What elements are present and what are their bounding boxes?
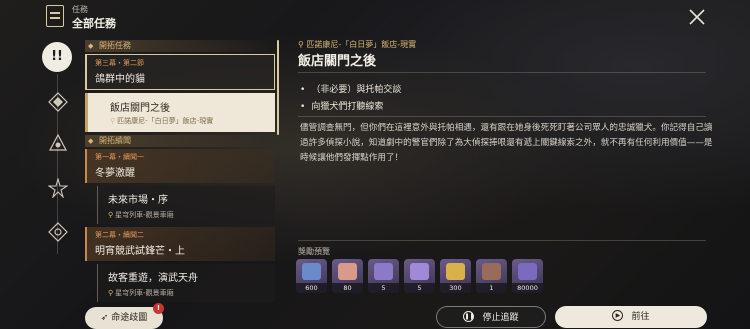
tab-all-quests[interactable]: !! bbox=[42, 42, 72, 72]
daily-icon[interactable] bbox=[48, 222, 68, 242]
location-pin-icon: ⚲ bbox=[108, 289, 114, 297]
stop-tracking-button[interactable]: ❚❚ 停止追蹤 bbox=[436, 306, 546, 328]
quest-tag: 第三幕・第二節 bbox=[95, 59, 144, 67]
objective-item: 向獵犬們打聽線索 bbox=[300, 99, 383, 112]
quest-log-icon bbox=[46, 5, 64, 27]
reward-item[interactable]: 300 bbox=[440, 259, 471, 293]
quest-card[interactable]: 故客重遊，演武天舟 ⚲ 星穹列車-觀景車廂 bbox=[97, 264, 275, 302]
pause-icon: ❚❚ bbox=[463, 311, 475, 322]
quest-name: 飯店關門之後 bbox=[110, 103, 170, 114]
relic-icon bbox=[374, 263, 393, 280]
stellar-jade-icon bbox=[302, 263, 321, 280]
quest-location: ⚲ 星穹列車-觀景車廂 bbox=[108, 211, 174, 219]
companion-icon[interactable] bbox=[48, 133, 68, 153]
fuel-icon bbox=[338, 263, 357, 280]
quest-tag: 第二幕・續聞二 bbox=[95, 231, 144, 239]
credit-icon bbox=[446, 263, 465, 280]
exp-book-icon bbox=[518, 263, 537, 280]
category-header: 開拓續聞 bbox=[85, 135, 275, 147]
objective-item: （非必要）與托帕交談 bbox=[300, 82, 401, 95]
quest-card[interactable]: 第一幕・續聞一 冬夢激醒 bbox=[85, 149, 275, 183]
quest-name: 冬夢激醒 bbox=[95, 168, 135, 179]
reward-item[interactable]: 1 bbox=[476, 259, 507, 293]
material-icon bbox=[482, 263, 501, 280]
location-pin-icon: ⚲ bbox=[108, 211, 114, 219]
location-pin-icon: ⚲ bbox=[110, 117, 116, 125]
quest-card-selected[interactable]: 飯店關門之後 ⚲ 匹諾康尼-「白日夢」飯店-現實 bbox=[85, 93, 275, 132]
reward-count: 80 bbox=[332, 283, 363, 293]
header-subtitle: 任務 bbox=[72, 5, 88, 14]
page-title: 全部任務 bbox=[72, 17, 116, 30]
go-button[interactable]: ▶ 前往 bbox=[555, 306, 707, 328]
category-header: 開拓任務 bbox=[85, 40, 275, 52]
divider bbox=[298, 240, 706, 241]
reward-count: 80000 bbox=[512, 283, 543, 293]
quest-title: 飯店關門之後 bbox=[298, 54, 377, 69]
quest-location: ⚲ 星穹列車-觀景車廂 bbox=[108, 289, 174, 297]
reward-count: 5 bbox=[404, 283, 435, 293]
reward-item[interactable]: 5 bbox=[368, 259, 399, 293]
quest-name: 鴿群中的貓 bbox=[95, 74, 145, 85]
quest-card[interactable]: 第二幕・續聞二 明宵競武試鋒芒・上 bbox=[85, 227, 275, 261]
close-icon[interactable] bbox=[686, 6, 708, 28]
relic-icon bbox=[410, 263, 429, 280]
adventure-icon[interactable] bbox=[48, 178, 68, 198]
path-icon: ➶ bbox=[100, 313, 112, 323]
navigate-icon: ▶ bbox=[612, 310, 624, 321]
notification-badge: ! bbox=[153, 303, 164, 314]
reward-count: 600 bbox=[296, 283, 327, 293]
path-map-button[interactable]: ➶ 命途歧圖 bbox=[85, 307, 163, 329]
list-scrollbar[interactable] bbox=[277, 40, 279, 135]
reward-count: 300 bbox=[440, 283, 471, 293]
divider bbox=[298, 116, 706, 117]
quest-list: 開拓任務 第三幕・第二節 鴿群中的貓 飯店關門之後 ⚲匹諾康尼-「白日夢」飯店-… bbox=[85, 40, 275, 303]
trailblaze-icon[interactable] bbox=[48, 92, 68, 112]
quest-name: 故客重遊，演武天舟 bbox=[108, 273, 198, 284]
reward-item[interactable]: 80 bbox=[332, 259, 363, 293]
quest-name: 未來市場・序 bbox=[108, 195, 168, 206]
quest-location-detail: ⚲ 匹諾康尼-「白日夢」飯店-現實 bbox=[298, 40, 417, 49]
rewards-title: 獎勵預覽 bbox=[298, 247, 330, 256]
reward-item[interactable]: 80000 bbox=[512, 259, 543, 293]
reward-item[interactable]: 600 bbox=[296, 259, 327, 293]
quest-location: ⚲ 匹諾康尼-「白日夢」飯店-現實 bbox=[110, 117, 214, 125]
quest-tag: 第一幕・續聞一 bbox=[95, 153, 144, 161]
quest-card[interactable]: 未來市場・序 ⚲ 星穹列車-觀景車廂 bbox=[97, 186, 275, 224]
quest-description: 儘管調查無門，但你們在這裡意外與托帕相遇，還有跟在她身後死死盯著公司眾人的忠誠獵… bbox=[300, 123, 713, 163]
quest-card[interactable]: 第三幕・第二節 鴿群中的貓 bbox=[85, 54, 275, 90]
reward-count: 1 bbox=[476, 283, 507, 293]
quest-name: 明宵競武試鋒芒・上 bbox=[95, 246, 185, 257]
reward-count: 5 bbox=[368, 283, 399, 293]
divider bbox=[298, 72, 706, 73]
reward-item[interactable]: 5 bbox=[404, 259, 435, 293]
